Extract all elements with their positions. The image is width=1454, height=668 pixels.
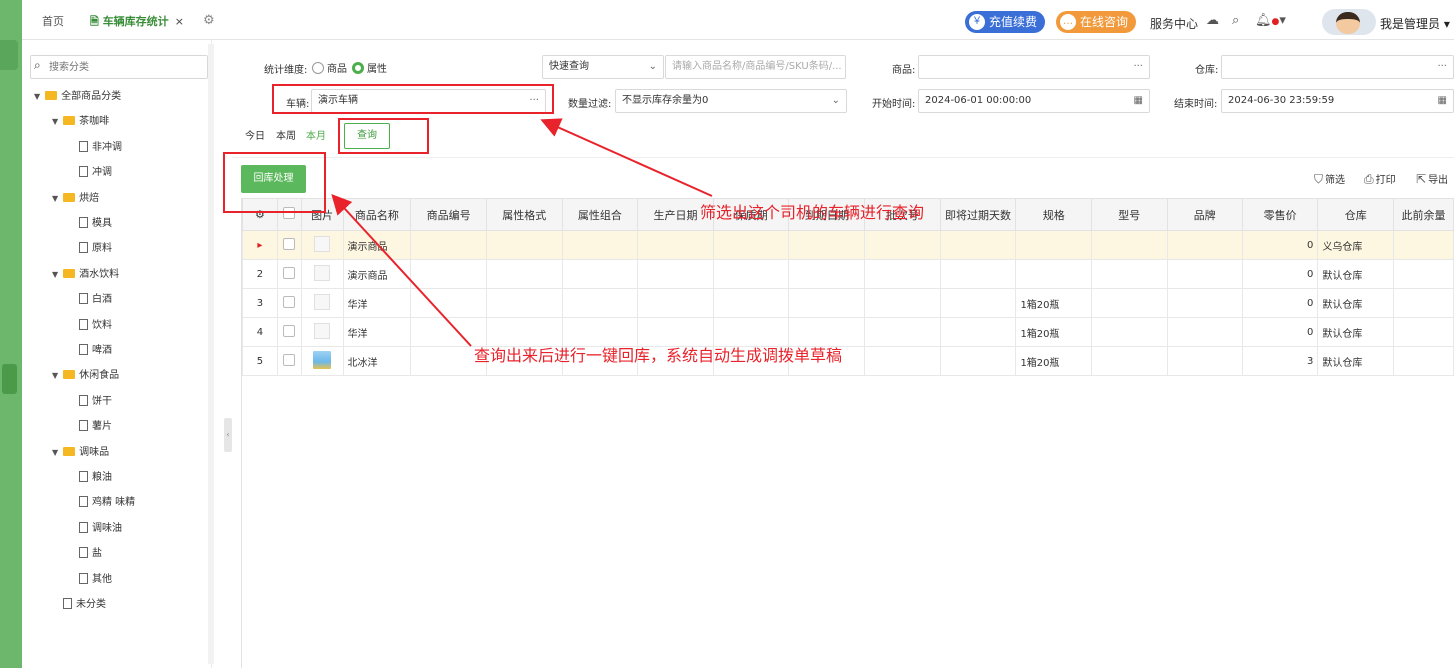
arrow-to-vehicle bbox=[540, 118, 713, 197]
arrow-to-return bbox=[331, 194, 472, 347]
annotation-arrows bbox=[331, 118, 713, 347]
